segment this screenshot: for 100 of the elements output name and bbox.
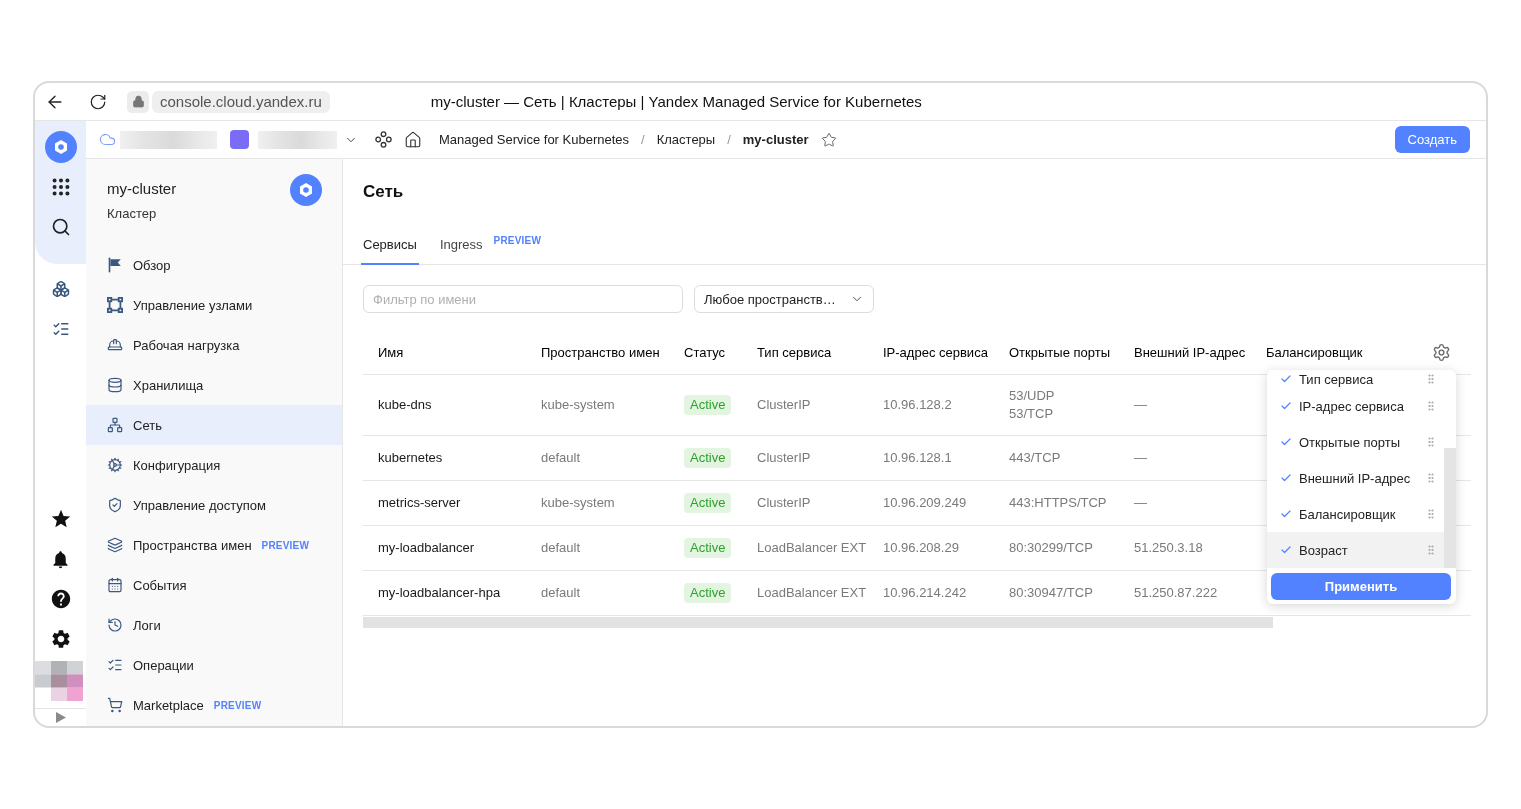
- sidebar-item[interactable]: Обзор: [86, 245, 342, 285]
- table-cell: 10.96.128.1: [868, 435, 994, 480]
- sidebar-item[interactable]: Хранилища: [86, 365, 342, 405]
- drag-handle-icon[interactable]: [1425, 400, 1437, 412]
- status-badge: Active: [684, 582, 732, 603]
- url-field[interactable]: console.cloud.yandex.ru: [152, 90, 330, 113]
- table-cell: LoadBalancer EXT: [742, 570, 868, 615]
- table-cell: —: [1119, 435, 1251, 480]
- name-filter-field[interactable]: Фильтр по имени: [363, 285, 683, 313]
- window-title: my-cluster — Сеть | Кластеры | Yandex Managed Service for Kubernetes: [430, 93, 922, 110]
- sidebar-item[interactable]: События: [86, 565, 342, 605]
- tab[interactable]: Сервисы: [361, 227, 419, 265]
- scrollbar-thumb[interactable]: [1444, 448, 1456, 568]
- table-cell: default: [526, 570, 669, 615]
- column-option[interactable]: Внешний IP-адрес: [1267, 460, 1444, 496]
- help-icon[interactable]: [49, 588, 72, 610]
- table-cell: ClusterIP: [742, 480, 868, 525]
- sidebar-item[interactable]: Пространства имен PREVIEW: [86, 525, 342, 565]
- sidebar-item[interactable]: Рабочая нагрузка: [86, 325, 342, 365]
- table-cell: 51.250.87.222: [1119, 570, 1251, 615]
- column-header: Статус: [669, 331, 742, 374]
- column-option[interactable]: Возраст: [1267, 532, 1444, 568]
- status-badge: Active: [684, 394, 732, 415]
- network-icon: [107, 417, 123, 433]
- calendar-icon: [107, 577, 123, 593]
- logo-icon[interactable]: [44, 131, 77, 163]
- cart-icon: [107, 697, 123, 713]
- cog-icon: [107, 457, 123, 473]
- create-button[interactable]: Создать: [1394, 126, 1470, 153]
- sidebar-item[interactable]: Операции: [86, 645, 342, 685]
- lock-icon[interactable]: [127, 90, 149, 113]
- table-cell: 10.96.128.2: [868, 374, 994, 435]
- table-cell: 80:30947/TCP: [994, 570, 1119, 615]
- layers-icon: [107, 537, 123, 553]
- sidebar-item[interactable]: Управление доступом: [86, 485, 342, 525]
- drag-handle-icon[interactable]: [1425, 436, 1437, 448]
- breadcrumb-link[interactable]: Managed Service for Kubernetes: [439, 132, 630, 147]
- shield-check-icon: [107, 497, 123, 513]
- star-icon[interactable]: [49, 508, 72, 530]
- table-cell: —: [1119, 480, 1251, 525]
- expand-arrow-icon[interactable]: [55, 712, 66, 723]
- breadcrumb-link[interactable]: Кластеры: [656, 132, 716, 147]
- sidebar-item[interactable]: Конфигурация: [86, 445, 342, 485]
- horizontal-scrollbar[interactable]: [363, 616, 1273, 628]
- drag-handle-icon[interactable]: [1425, 508, 1437, 520]
- table-cell: ClusterIP: [742, 374, 868, 435]
- table-cell: metrics-server: [363, 480, 526, 525]
- table-cell: ClusterIP: [742, 435, 868, 480]
- service-logo-icon: [290, 174, 322, 206]
- table-cell: my-loadbalancer-hpa: [363, 570, 526, 615]
- sidebar-item[interactable]: Marketplace PREVIEW: [86, 685, 342, 725]
- breadcrumb-separator: /: [641, 132, 645, 147]
- avatar-placeholder[interactable]: [35, 661, 83, 701]
- flag-icon: [107, 257, 123, 273]
- status-badge: Active: [684, 537, 732, 558]
- hard-hat-icon: [107, 337, 123, 353]
- namespace-select[interactable]: Любое пространств…: [694, 285, 874, 313]
- home-icon[interactable]: [404, 130, 422, 149]
- database-icon: [107, 377, 123, 393]
- column-header: Внешний IP-адрес: [1119, 331, 1251, 374]
- tab[interactable]: Ingress PREVIEW: [437, 227, 544, 265]
- favorite-star-icon[interactable]: [820, 131, 837, 148]
- preview-label: PREVIEW: [493, 234, 542, 248]
- page-title: Сеть: [363, 181, 404, 203]
- column-option[interactable]: IP-адрес сервиса: [1267, 388, 1444, 424]
- table-cell: kube-dns: [363, 374, 526, 435]
- cubes-icon[interactable]: [51, 280, 70, 298]
- preview-label: PREVIEW: [261, 539, 310, 551]
- table-cell: my-loadbalancer: [363, 525, 526, 570]
- breadcrumb-link[interactable]: my-cluster: [742, 132, 809, 147]
- reload-icon[interactable]: [89, 92, 107, 111]
- search-icon[interactable]: [50, 217, 71, 237]
- table-cell: kube-system: [526, 374, 669, 435]
- settings-icon[interactable]: [49, 628, 72, 650]
- column-option[interactable]: Открытые порты: [1267, 424, 1444, 460]
- sidebar-item[interactable]: Сеть: [86, 405, 342, 445]
- column-option[interactable]: Балансировщик: [1267, 496, 1444, 532]
- sidebar-item[interactable]: Управление узлами: [86, 285, 342, 325]
- drag-handle-icon[interactable]: [1425, 472, 1437, 484]
- cluster-nodes-icon[interactable]: [375, 131, 392, 148]
- table-cell: 10.96.208.29: [868, 525, 994, 570]
- cloud-folder-picker[interactable]: [99, 130, 358, 149]
- table-cell: kube-system: [526, 480, 669, 525]
- table-cell: LoadBalancer EXT: [742, 525, 868, 570]
- cluster-name: my-cluster: [107, 179, 177, 199]
- sidebar-item[interactable]: Логи: [86, 605, 342, 645]
- drag-handle-icon[interactable]: [1425, 544, 1437, 556]
- apply-button[interactable]: Применить: [1271, 573, 1451, 600]
- table-cell: kubernetes: [363, 435, 526, 480]
- table-cell: 443:HTTPS/TCP: [994, 480, 1119, 525]
- drag-handle-icon[interactable]: [1425, 373, 1437, 385]
- table-cell: 443/TCP: [994, 435, 1119, 480]
- checklist-icon[interactable]: [51, 320, 70, 338]
- table-cell: 53/UDP 53/TCP: [994, 374, 1119, 435]
- preview-label: PREVIEW: [213, 699, 262, 711]
- column-header: Тип сервиса: [742, 331, 868, 374]
- table-cell: default: [526, 525, 669, 570]
- table-cell: 10.96.209.249: [868, 480, 994, 525]
- column-header: Имя: [363, 331, 526, 374]
- table-cell: default: [526, 435, 669, 480]
